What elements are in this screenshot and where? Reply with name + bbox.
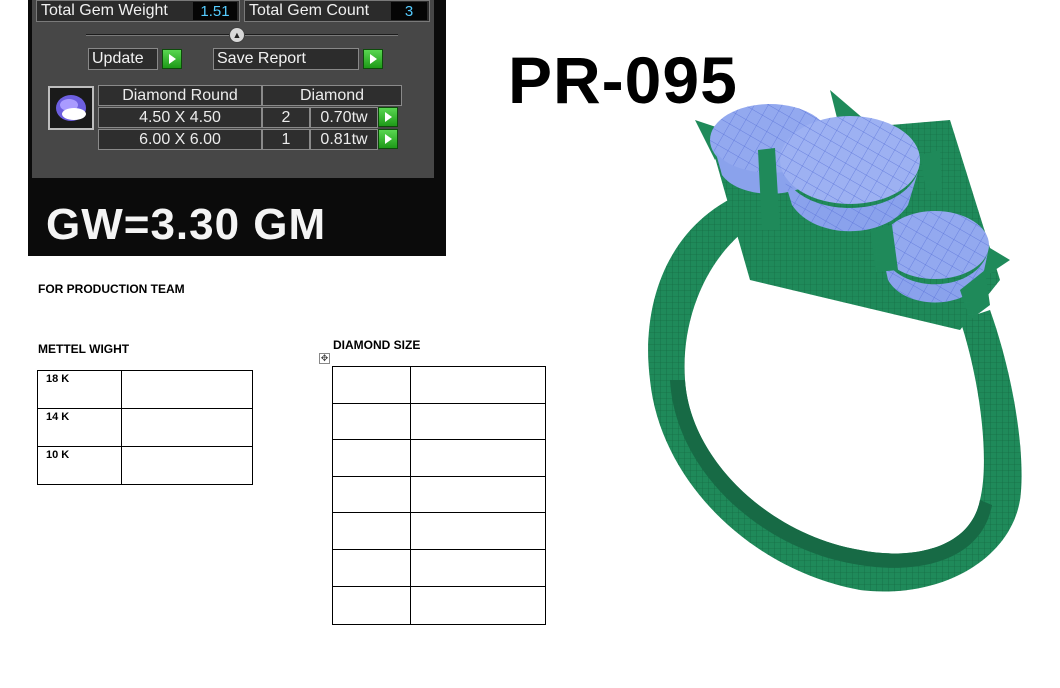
gem-header-type: Diamond xyxy=(262,85,402,106)
diamond-size-cell[interactable] xyxy=(332,366,411,404)
total-gem-count-box: Total Gem Count 3 xyxy=(244,0,430,22)
diamond-size-cell[interactable] xyxy=(332,586,411,625)
gem-row-size: 6.00 X 6.00 xyxy=(98,129,262,150)
ring-render-image xyxy=(648,90,1022,592)
table-row xyxy=(332,366,546,404)
gem-report-panel: Total Gem Weight 1.51 Total Gem Count 3 … xyxy=(28,0,446,256)
table-row xyxy=(332,439,546,477)
diamond-size-cell[interactable] xyxy=(332,476,411,513)
metal-weight-table: 18 K 14 K 10 K xyxy=(37,370,253,485)
total-gem-weight-label: Total Gem Weight xyxy=(41,2,168,19)
table-row xyxy=(332,476,546,513)
update-button[interactable]: Update xyxy=(88,48,158,70)
diamond-size-table xyxy=(332,366,546,625)
gem-row-count: 2 xyxy=(262,107,310,128)
table-move-handle-icon[interactable]: ✥ xyxy=(319,353,330,364)
diamond-size-cell[interactable] xyxy=(332,403,411,440)
total-gem-weight-box: Total Gem Weight 1.51 xyxy=(36,0,240,22)
gem-list: Diamond Round Diamond 4.50 X 4.50 2 0.70… xyxy=(36,78,438,178)
table-row: 18 K xyxy=(37,370,253,409)
table-row xyxy=(332,403,546,440)
save-report-play-icon[interactable] xyxy=(363,49,383,69)
diamond-size-cell[interactable] xyxy=(332,439,411,477)
save-report-button[interactable]: Save Report xyxy=(213,48,359,70)
gem-row-play-icon[interactable] xyxy=(378,107,398,127)
gem-row-weight: 0.70tw xyxy=(310,107,378,128)
diamond-size-cell[interactable] xyxy=(410,476,546,513)
metal-karat-cell: 10 K xyxy=(37,446,122,485)
diamond-size-cell[interactable] xyxy=(410,586,546,625)
collapse-chevron-icon[interactable]: ▲ xyxy=(229,27,245,43)
gem-row-weight: 0.81tw xyxy=(310,129,378,150)
total-gem-count-label: Total Gem Count xyxy=(249,2,370,19)
metal-weight-cell[interactable] xyxy=(121,446,253,485)
center-diamond xyxy=(780,116,920,232)
table-row: 14 K xyxy=(37,408,253,447)
diamond-size-cell[interactable] xyxy=(332,549,411,587)
diamond-size-label: DIAMOND SIZE xyxy=(333,338,421,352)
diamond-size-cell[interactable] xyxy=(410,439,546,477)
diamond-size-cell[interactable] xyxy=(332,512,411,550)
diamond-size-cell[interactable] xyxy=(410,549,546,587)
gem-header-shape: Diamond Round xyxy=(98,85,262,106)
gross-weight-text: GW=3.30 GM xyxy=(46,200,327,249)
table-row xyxy=(332,549,546,587)
metal-karat-cell: 18 K xyxy=(37,370,122,409)
metal-weight-cell[interactable] xyxy=(121,408,253,447)
diamond-size-cell[interactable] xyxy=(410,366,546,404)
diamond-size-cell[interactable] xyxy=(410,403,546,440)
gem-row-size: 4.50 X 4.50 xyxy=(98,107,262,128)
total-gem-count-value: 3 xyxy=(391,2,427,20)
total-gem-weight-value: 1.51 xyxy=(193,2,237,20)
production-team-label: FOR PRODUCTION TEAM xyxy=(38,282,185,296)
table-row: 10 K xyxy=(37,446,253,485)
gem-report-body: Total Gem Weight 1.51 Total Gem Count 3 … xyxy=(32,0,434,178)
update-play-icon[interactable] xyxy=(162,49,182,69)
gem-row-play-icon[interactable] xyxy=(378,129,398,149)
metal-weight-label: METTEL WIGHT xyxy=(38,342,130,356)
table-row xyxy=(332,512,546,550)
metal-weight-cell[interactable] xyxy=(121,370,253,409)
diamond-round-thumbnail-icon[interactable] xyxy=(48,86,94,130)
table-row xyxy=(332,586,546,625)
gem-row-count: 1 xyxy=(262,129,310,150)
diamond-size-cell[interactable] xyxy=(410,512,546,550)
metal-karat-cell: 14 K xyxy=(37,408,122,447)
